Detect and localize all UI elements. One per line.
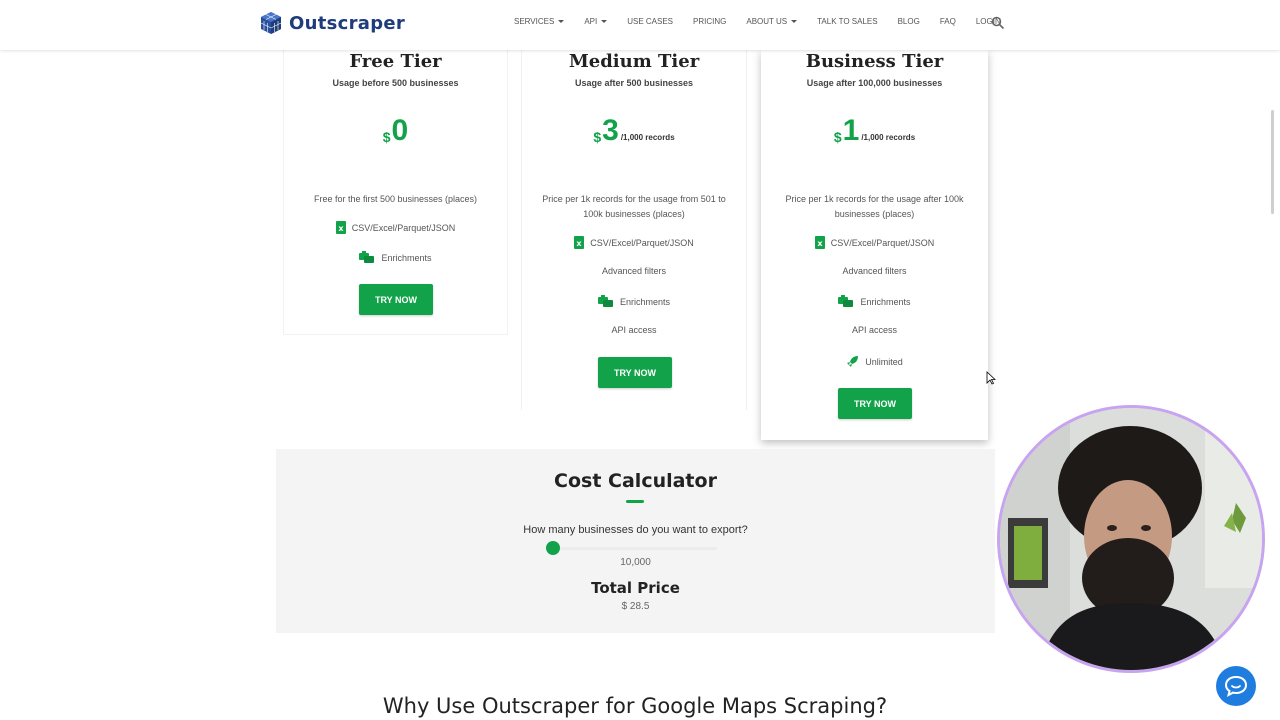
why-heading: Why Use Outscraper for Google Maps Scrap… — [382, 694, 888, 718]
pricing-card-free: Free Tier Usage before 500 businesses $ … — [283, 50, 508, 335]
enrichments-icon — [359, 251, 375, 263]
nav-label: ABOUT US — [746, 17, 788, 26]
businesses-slider-thumb[interactable] — [546, 541, 560, 555]
rocket-icon — [847, 356, 859, 367]
tier-subtitle: Usage after 100,000 businesses — [806, 78, 943, 88]
nav-about-us[interactable]: ABOUT US — [746, 17, 798, 26]
feature-api-access: API access — [522, 325, 746, 335]
tier-subtitle: Usage after 500 businesses — [574, 78, 694, 88]
excel-file-icon: x — [814, 236, 825, 249]
price-currency: $ — [833, 129, 842, 145]
cost-calculator: Cost Calculator How many businesses do y… — [276, 449, 995, 633]
feature-label: Enrichments — [860, 296, 911, 307]
feature-label: Enrichments — [381, 252, 432, 263]
logo[interactable]: Outscraper — [259, 11, 405, 35]
mouse-cursor-icon — [986, 371, 996, 385]
logo-text: Outscraper — [289, 12, 406, 34]
feature-advanced-filters: Advanced filters — [522, 266, 746, 276]
logo-cube-icon — [260, 12, 282, 34]
main-nav: SERVICES API USE CASES PRICING ABOUT US … — [514, 17, 1021, 26]
search-icon[interactable] — [991, 16, 1005, 30]
feature-label: CSV/Excel/Parquet/JSON — [590, 237, 694, 248]
svg-text:x: x — [817, 239, 823, 248]
pricing-card-medium: Medium Tier Usage after 500 businesses $… — [521, 50, 747, 410]
nav-label: TALK TO SALES — [817, 17, 878, 26]
feature-label: API access — [611, 325, 657, 335]
try-now-button[interactable]: TRY NOW — [838, 388, 912, 419]
feature-label: Advanced filters — [842, 266, 907, 276]
feature-api-access: API access — [761, 325, 988, 335]
price-currency: $ — [593, 129, 602, 145]
enrichments-icon — [597, 295, 613, 307]
tier-description: Price per 1k records for the usage from … — [542, 194, 726, 219]
pricing-card-business: Business Tier Usage after 100,000 busine… — [761, 50, 988, 440]
caret-down-icon — [791, 20, 798, 23]
total-price-label: Total Price — [591, 579, 680, 597]
presenter-webcam — [997, 405, 1265, 673]
caret-down-icon — [558, 20, 565, 23]
calculator-title: Cost Calculator — [554, 470, 717, 492]
tier-description: Free for the first 500 businesses (place… — [313, 194, 478, 204]
nav-services[interactable]: SERVICES — [514, 17, 565, 26]
feature-enrichments: Enrichments — [522, 295, 746, 308]
site-header: Outscraper SERVICES API USE CASES PRICIN… — [0, 0, 1280, 50]
price-unit: /1,000 records — [861, 133, 916, 142]
try-now-button[interactable]: TRY NOW — [598, 357, 672, 388]
feature-formats: x CSV/Excel/Parquet/JSON — [761, 236, 988, 249]
svg-text:x: x — [338, 224, 344, 233]
nav-label: SERVICES — [514, 17, 555, 26]
slider-value: 10,000 — [620, 557, 651, 568]
nav-label: PRICING — [693, 17, 727, 26]
tier-description: Price per 1k records for the usage after… — [785, 194, 964, 219]
nav-use-cases[interactable]: USE CASES — [627, 17, 673, 26]
nav-faq[interactable]: FAQ — [940, 17, 956, 26]
feature-formats: x CSV/Excel/Parquet/JSON — [522, 236, 746, 249]
tier-title: Medium Tier — [568, 51, 700, 72]
nav-label: USE CASES — [627, 17, 674, 26]
price-unit: /1,000 records — [620, 133, 675, 142]
feature-label: CSV/Excel/Parquet/JSON — [830, 237, 935, 248]
excel-file-icon: x — [335, 221, 346, 234]
calculator-question: How many businesses do you want to expor… — [523, 524, 748, 536]
feature-advanced-filters: Advanced filters — [761, 266, 988, 276]
title-underline — [626, 500, 644, 503]
svg-text:x: x — [577, 239, 583, 248]
enrichments-icon — [838, 295, 854, 307]
tier-title: Free Tier — [349, 51, 442, 72]
price: $ 3 /1,000 records — [522, 114, 746, 148]
scrollbar-thumb[interactable] — [1271, 110, 1274, 214]
feature-label: API access — [851, 325, 898, 335]
tier-title: Business Tier — [805, 51, 944, 72]
feature-label: CSV/Excel/Parquet/JSON — [351, 222, 456, 233]
feature-label: Advanced filters — [601, 266, 667, 276]
price-amount: 1 — [842, 114, 860, 147]
feature-label: Enrichments — [619, 296, 671, 307]
try-now-button[interactable]: TRY NOW — [359, 284, 433, 315]
feature-formats: x CSV/Excel/Parquet/JSON — [284, 221, 507, 234]
excel-file-icon: x — [574, 236, 585, 249]
price-amount: 0 — [391, 114, 409, 147]
nav-label: FAQ — [939, 17, 956, 26]
price-currency: $ — [382, 129, 391, 145]
total-price-value: $ 28.5 — [621, 601, 650, 612]
nav-api[interactable]: API — [584, 17, 608, 26]
presenter-video-image — [1000, 408, 1262, 670]
price: $ 0 — [284, 114, 507, 148]
nav-label: BLOG — [897, 17, 920, 26]
feature-unlimited: Unlimited — [761, 355, 988, 368]
chat-button[interactable] — [1216, 666, 1256, 706]
nav-pricing[interactable]: PRICING — [693, 17, 726, 26]
feature-label: Unlimited — [865, 356, 903, 367]
chat-bubble-icon — [1224, 675, 1248, 697]
feature-enrichments: Enrichments — [284, 251, 507, 264]
businesses-slider-track[interactable] — [553, 547, 717, 550]
caret-down-icon — [601, 20, 608, 23]
price-amount: 3 — [602, 114, 619, 147]
price: $ 1 /1,000 records — [761, 114, 988, 148]
nav-blog[interactable]: BLOG — [898, 17, 920, 26]
feature-enrichments: Enrichments — [761, 295, 988, 308]
nav-label: API — [584, 17, 598, 26]
nav-talk-to-sales[interactable]: TALK TO SALES — [817, 17, 877, 26]
tier-subtitle: Usage before 500 businesses — [332, 78, 459, 88]
